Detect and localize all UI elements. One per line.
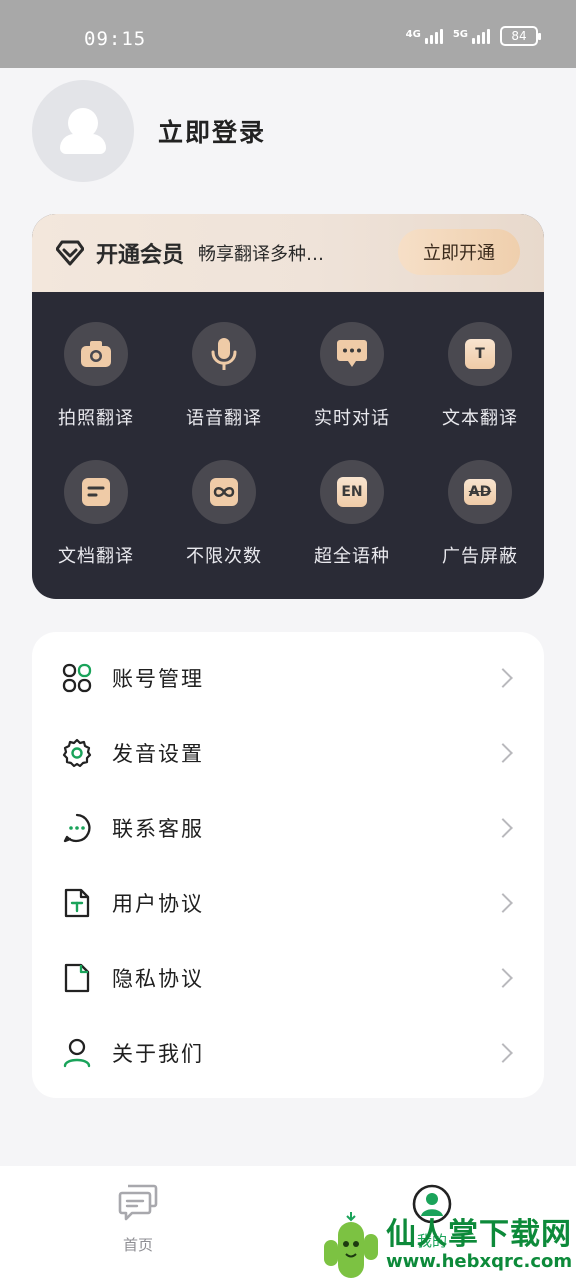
setting-contact-service[interactable]: 联系客服 [32, 790, 544, 865]
chevron-right-icon [493, 817, 513, 838]
settings-list: 账号管理 发音设置 联系客服 用户协议 隐私协议 关于我们 [32, 632, 544, 1098]
chevron-right-icon [493, 892, 513, 913]
vip-subtitle: 畅享翻译多种… [198, 244, 325, 265]
avatar[interactable] [32, 80, 134, 182]
diamond-icon [56, 239, 84, 267]
chevron-right-icon [493, 742, 513, 763]
status-indicators: 4G 5G 84 [406, 26, 541, 46]
user-agreement-icon [62, 888, 92, 918]
setting-pronunciation[interactable]: 发音设置 [32, 715, 544, 790]
language-en-icon: EN [320, 460, 384, 524]
signal-4g-icon: 4G [406, 28, 443, 44]
vip-title: 开通会员 [96, 243, 185, 268]
battery-level: 84 [511, 29, 527, 43]
profile-header[interactable]: 立即登录 [32, 80, 266, 182]
setting-account-management[interactable]: 账号管理 [32, 640, 544, 715]
battery-icon: 84 [500, 26, 541, 46]
text-icon: T [448, 322, 512, 386]
chat-bubble-icon [320, 322, 384, 386]
privacy-document-icon [62, 963, 92, 993]
chevron-right-icon [493, 1042, 513, 1063]
account-grid-icon [62, 663, 92, 693]
customer-service-icon [62, 813, 92, 843]
status-time: 09:15 [84, 28, 147, 50]
tab-home[interactable]: 首页 [118, 1184, 158, 1255]
signal-5g-icon: 5G [453, 28, 490, 44]
gear-icon [62, 738, 92, 768]
status-bar: 09:15 4G 5G 84 [0, 0, 576, 68]
login-link[interactable]: 立即登录 [158, 113, 266, 149]
feature-voice-translate[interactable]: 语音翻译 [160, 322, 288, 460]
vip-banner[interactable]: 开通会员 畅享翻译多种… 立即开通 [32, 214, 544, 292]
vip-features: 拍照翻译 语音翻译 实时对话 T 文本翻译 文档翻译 不限次数 EN 超全语种 … [32, 292, 544, 598]
feature-unlimited[interactable]: 不限次数 [160, 460, 288, 598]
feature-document-translate[interactable]: 文档翻译 [32, 460, 160, 598]
activate-vip-button[interactable]: 立即开通 [398, 229, 520, 275]
watermark-url: www.hebxqrc.com [386, 1251, 573, 1272]
chevron-right-icon [493, 967, 513, 988]
camera-icon [64, 322, 128, 386]
feature-photo-translate[interactable]: 拍照翻译 [32, 322, 160, 460]
ad-block-icon: AD [448, 460, 512, 524]
infinity-icon [192, 460, 256, 524]
feature-ad-block[interactable]: AD 广告屏蔽 [416, 460, 544, 598]
person-icon [62, 1038, 92, 1068]
tab-home-label: 首页 [122, 1236, 153, 1254]
cactus-logo-icon [320, 1212, 382, 1278]
microphone-icon [192, 322, 256, 386]
chevron-right-icon [493, 667, 513, 688]
feature-text-translate[interactable]: T 文本翻译 [416, 322, 544, 460]
watermark-title: 仙人掌下载网 [386, 1217, 572, 1252]
feature-all-languages[interactable]: EN 超全语种 [288, 460, 416, 598]
setting-privacy-agreement[interactable]: 隐私协议 [32, 940, 544, 1015]
watermark: 仙人掌下载网 www.hebxqrc.com [320, 1210, 576, 1280]
document-icon [64, 460, 128, 524]
setting-user-agreement[interactable]: 用户协议 [32, 865, 544, 940]
chat-home-icon [118, 1184, 158, 1226]
feature-live-dialog[interactable]: 实时对话 [288, 322, 416, 460]
vip-card: 开通会员 畅享翻译多种… 立即开通 拍照翻译 语音翻译 实时对话 T 文本翻译 … [32, 214, 544, 599]
setting-about-us[interactable]: 关于我们 [32, 1015, 544, 1090]
